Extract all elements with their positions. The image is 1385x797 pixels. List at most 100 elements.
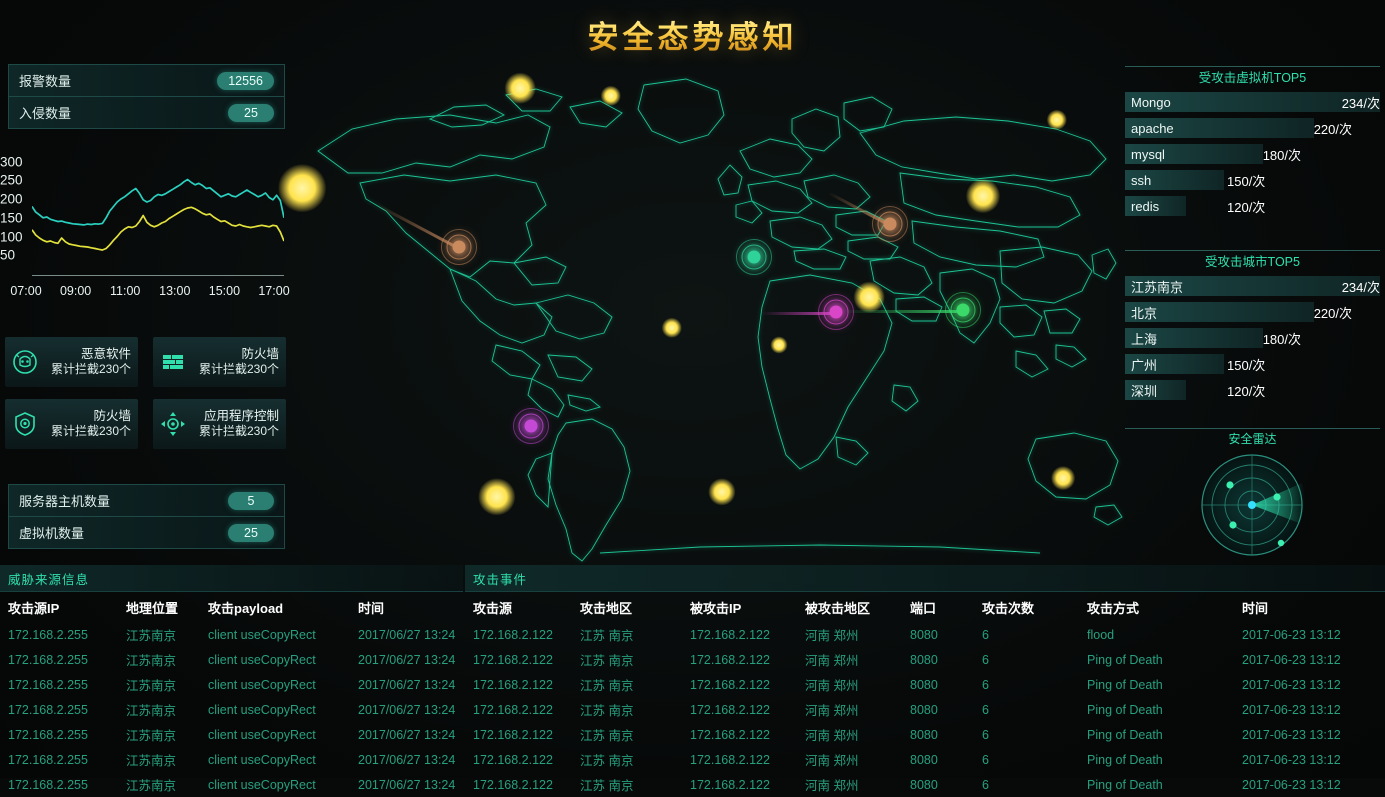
panel-title: 威胁来源信息 xyxy=(8,572,90,587)
table-cell: 江苏南京 xyxy=(126,754,177,768)
table-cell: 172.168.2.122 xyxy=(690,702,770,717)
top-vm-row[interactable]: mysql 180/次 xyxy=(1125,141,1380,167)
stat-row-alerts[interactable]: 报警数量 12556 xyxy=(9,65,284,97)
table-cell: client useCopyRect xyxy=(208,627,316,642)
table-column-header: 被攻击IP xyxy=(690,601,742,616)
panel-title: 受攻击虚拟机TOP5 xyxy=(1125,66,1380,89)
attack-events-table: 攻击源 攻击地区 被攻击IP 被攻击地区 端口 攻击次数 攻击方式 时间 172.168.2.… xyxy=(465,592,1385,797)
shield-icon xyxy=(11,410,39,438)
rank-label: 广州 xyxy=(1131,357,1158,373)
map-attack-core[interactable] xyxy=(883,217,897,231)
card-subtitle: 累计拦截230个 xyxy=(50,424,131,438)
rank-value: 220/次 xyxy=(1313,305,1352,321)
top-vm-row[interactable]: redis 120/次 xyxy=(1125,193,1380,219)
table-column-header: 攻击方式 xyxy=(1087,601,1140,616)
table-cell: Ping of Death xyxy=(1087,752,1163,767)
table-cell: flood xyxy=(1087,627,1115,642)
card-shield[interactable]: 防火墙 累计拦截230个 xyxy=(5,399,138,449)
table-row[interactable]: 172.168.2.122 江苏 南京 172.168.2.122 河南 郑州 8080… xyxy=(465,722,1385,747)
radar-graphic[interactable] xyxy=(1125,449,1380,561)
rank-value: 120/次 xyxy=(1227,383,1266,399)
table-column-header: 攻击源 xyxy=(473,601,513,616)
card-subtitle: 累计拦截230个 xyxy=(198,362,279,376)
top-city-row[interactable]: 深圳 120/次 xyxy=(1125,377,1380,403)
appctrl-icon xyxy=(159,410,187,438)
table-cell: 江苏南京 xyxy=(126,779,177,793)
table-column-header: 时间 xyxy=(358,601,385,616)
table-cell: 2017-06-23 13:12 xyxy=(1242,702,1341,717)
table-cell: Ping of Death xyxy=(1087,727,1163,742)
stat-label: 虚拟机数量 xyxy=(19,526,85,541)
table-cell: 2017-06-23 13:12 xyxy=(1242,727,1341,742)
stat-row-intrusions[interactable]: 入侵数量 25 xyxy=(9,97,284,128)
map-attack-core[interactable] xyxy=(956,303,970,317)
card-title: 防火墙 xyxy=(93,409,131,423)
table-cell: 172.168.2.122 xyxy=(473,727,553,742)
top-vm-row[interactable]: apache 220/次 xyxy=(1125,115,1380,141)
table-row[interactable]: 172.168.2.255 江苏南京 client useCopyRect 2017/… xyxy=(0,722,463,747)
stat-row-servers[interactable]: 服务器主机数量 5 xyxy=(9,485,284,517)
table-row[interactable]: 172.168.2.122 江苏 南京 172.168.2.122 河南 郑州 8080… xyxy=(465,697,1385,722)
table-row[interactable]: 172.168.2.255 江苏南京 client useCopyRect 2017/… xyxy=(0,672,463,697)
table-row[interactable]: 172.168.2.122 江苏 南京 172.168.2.122 河南 郑州 8080… xyxy=(465,747,1385,772)
table-cell: Ping of Death xyxy=(1087,702,1163,717)
table-row[interactable]: 172.168.2.122 江苏 南京 172.168.2.122 河南 郑州 8080… xyxy=(465,672,1385,697)
table-row[interactable]: 172.168.2.122 江苏 南京 172.168.2.122 河南 郑州 8080… xyxy=(465,772,1385,797)
table-row[interactable]: 172.168.2.255 江苏南京 client useCopyRect 2017/… xyxy=(0,697,463,722)
table-cell: 6 xyxy=(982,652,989,667)
rank-label: Mongo xyxy=(1131,94,1171,110)
stat-value-badge: 25 xyxy=(228,523,274,542)
panel-title: 攻击事件 xyxy=(473,572,528,587)
card-app-control[interactable]: 应用程序控制 累计拦截230个 xyxy=(153,399,286,449)
table-cell: 172.168.2.255 xyxy=(8,752,88,767)
table-row[interactable]: 172.168.2.122 江苏 南京 172.168.2.122 河南 郑州 8080… xyxy=(465,622,1385,647)
card-firewall[interactable]: 防火墙 累计拦截230个 xyxy=(153,337,286,387)
table-cell: 2017-06-23 13:12 xyxy=(1242,752,1341,767)
table-cell: 172.168.2.255 xyxy=(8,727,88,742)
table-cell: Ping of Death xyxy=(1087,652,1163,667)
table-cell: 江苏南京 xyxy=(126,679,177,693)
top-city-row[interactable]: 江苏南京 234/次 xyxy=(1125,273,1380,299)
table-row[interactable]: 172.168.2.255 江苏南京 client useCopyRect 2017/… xyxy=(0,747,463,772)
card-malware[interactable]: 恶意软件 累计拦截230个 xyxy=(5,337,138,387)
table-row[interactable]: 172.168.2.255 江苏南京 client useCopyRect 2017/… xyxy=(0,622,463,647)
table-column-header: 地理位置 xyxy=(126,601,179,616)
top-city-row[interactable]: 上海 180/次 xyxy=(1125,325,1380,351)
table-cell: 2017-06-23 13:12 xyxy=(1242,652,1341,667)
table-cell: 8080 xyxy=(910,727,938,742)
table-cell: 河南 郑州 xyxy=(805,704,859,718)
top-city-row[interactable]: 北京 220/次 xyxy=(1125,299,1380,325)
table-cell: 172.168.2.255 xyxy=(8,677,88,692)
map-attack-core[interactable] xyxy=(747,250,761,264)
rank-label: apache xyxy=(1131,120,1174,136)
table-cell: 2017-06-23 13:12 xyxy=(1242,677,1341,692)
table-column-header: 时间 xyxy=(1242,601,1269,616)
rank-label: mysql xyxy=(1131,146,1165,162)
table-cell: 江苏南京 xyxy=(126,729,177,743)
table-cell: 172.168.2.122 xyxy=(690,727,770,742)
table-cell: 172.168.2.122 xyxy=(690,652,770,667)
table-row[interactable]: 172.168.2.122 江苏 南京 172.168.2.122 河南 郑州 8080… xyxy=(465,647,1385,672)
chart-axis-line xyxy=(32,275,284,276)
table-cell: client useCopyRect xyxy=(208,752,316,767)
table-cell: 8080 xyxy=(910,627,938,642)
top-vm-row[interactable]: Mongo 234/次 xyxy=(1125,89,1380,115)
table-cell: 172.168.2.122 xyxy=(473,752,553,767)
table-row[interactable]: 172.168.2.255 江苏南京 client useCopyRect 2017/… xyxy=(0,772,463,797)
top-vm-row[interactable]: ssh 150/次 xyxy=(1125,167,1380,193)
chart-x-tick: 09:00 xyxy=(59,284,92,298)
rank-label: ssh xyxy=(1131,172,1152,188)
top-cities-list: 江苏南京 234/次 北京 220/次 上海 180/次 广州 150/次 深圳 120/次 xyxy=(1125,273,1380,403)
chart-plot xyxy=(31,178,285,251)
map-attack-core[interactable] xyxy=(524,419,538,433)
map-attack-core[interactable] xyxy=(829,305,843,319)
top-city-row[interactable]: 广州 150/次 xyxy=(1125,351,1380,377)
stat-row-vms[interactable]: 虚拟机数量 25 xyxy=(9,517,284,548)
map-attack-core[interactable] xyxy=(452,240,466,254)
table-row[interactable]: 172.168.2.255 江苏南京 client useCopyRect 2017/… xyxy=(0,647,463,672)
rank-label: redis xyxy=(1131,198,1160,214)
table-cell: 2017/06/27 13:24 xyxy=(358,752,456,767)
table-body: 172.168.2.122 江苏 南京 172.168.2.122 河南 郑州 8080… xyxy=(465,622,1385,797)
table-cell: 2017-06-23 13:12 xyxy=(1242,777,1341,792)
table-cell: 江苏 南京 xyxy=(580,679,634,693)
